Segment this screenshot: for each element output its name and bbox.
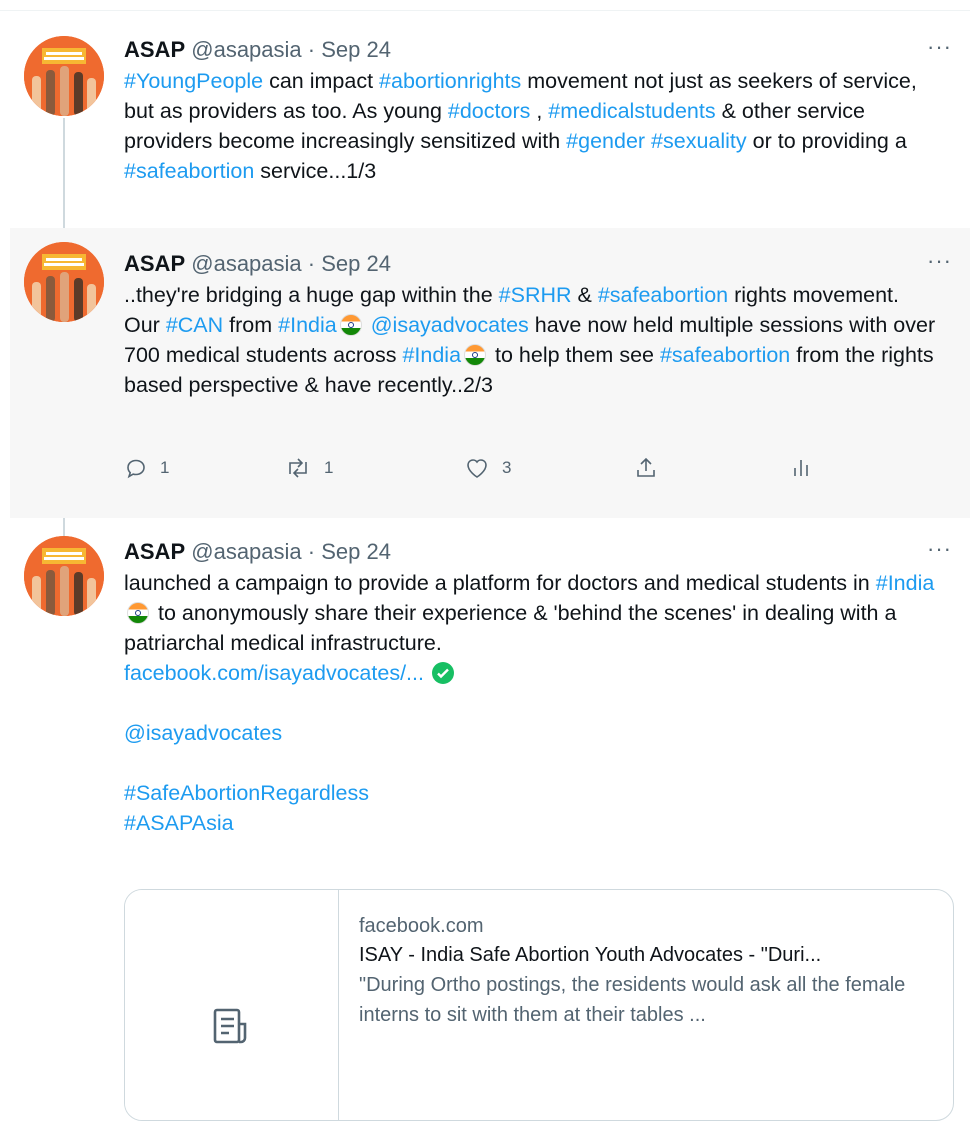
heart-icon	[467, 459, 487, 478]
retweet-icon	[289, 458, 307, 478]
india-flag-emoji	[339, 314, 362, 336]
tweet-text-segment: to help them see	[489, 343, 660, 367]
retweet-count: 1	[324, 458, 334, 477]
analytics-button[interactable]	[790, 456, 824, 480]
article-icon	[213, 1008, 247, 1044]
tweet-text-segment: or to providing a	[746, 129, 907, 153]
hashtag-link[interactable]: #safeabortion	[124, 159, 254, 183]
hashtag-link[interactable]: #medicalstudents	[548, 99, 715, 123]
reply-button[interactable]: 1	[124, 456, 169, 480]
hashtag-link[interactable]: #India	[876, 571, 935, 595]
tweet-text-segment: ..they're bridging a huge gap within the	[124, 283, 499, 307]
avatar[interactable]	[24, 536, 104, 616]
mention-link[interactable]: @isayadvocates	[371, 313, 529, 337]
tweet-date[interactable]: · Sep 24	[308, 539, 391, 564]
link-thumbnail	[125, 890, 339, 1120]
tweet-text-segment: launched a campaign to provide a platfor…	[124, 571, 876, 595]
india-flag-emoji	[464, 344, 487, 366]
author-name[interactable]: ASAP	[124, 37, 185, 62]
link-title: ISAY - India Safe Abortion Youth Advocat…	[359, 944, 822, 966]
tweet[interactable]: ASAP @asapasia · Sep 24 ··· ..they're br…	[10, 228, 970, 518]
share-icon	[637, 457, 655, 477]
tweet-text-segment: rights movement.	[728, 283, 899, 307]
hashtag-link[interactable]: #safeabortion	[598, 283, 728, 307]
hashtag-link[interactable]: #sexuality	[651, 129, 747, 153]
tweet-header: ASAP @asapasia · Sep 24	[124, 538, 952, 566]
verified-check-icon	[431, 662, 454, 684]
link-description: "During Ortho postings, the residents wo…	[359, 974, 906, 1026]
avatar[interactable]	[24, 36, 104, 116]
tweet-text-segment: ,	[530, 99, 549, 123]
tweet-text: ..they're bridging a huge gap within the…	[124, 280, 952, 400]
link-preview-card[interactable]: facebook.com ISAY - India Safe Abortion …	[124, 889, 954, 1121]
link-details: facebook.com ISAY - India Safe Abortion …	[359, 912, 933, 1030]
hashtag-link[interactable]: #ASAPAsia	[124, 811, 234, 835]
hashtag-link[interactable]: #YoungPeople	[124, 69, 263, 93]
hashtag-link[interactable]: #safeabortion	[660, 343, 790, 367]
tweet-date[interactable]: · Sep 24	[308, 251, 391, 276]
tweet-text-segment: to anonymously share their experience & …	[124, 601, 897, 655]
tweet-text-segment: Our	[124, 313, 166, 337]
more-options-button[interactable]: ···	[927, 538, 952, 560]
hashtag-link[interactable]: #India	[402, 343, 461, 367]
author-name[interactable]: ASAP	[124, 539, 185, 564]
tweet-date[interactable]: · Sep 24	[308, 37, 391, 62]
tweet[interactable]: ASAP @asapasia · Sep 24 ··· #YoungPeople…	[0, 30, 970, 220]
more-options-button[interactable]: ···	[927, 250, 952, 272]
author-handle[interactable]: @asapasia	[191, 539, 301, 564]
author-name[interactable]: ASAP	[124, 251, 185, 276]
analytics-icon	[794, 460, 808, 476]
like-count: 3	[502, 458, 512, 477]
more-options-button[interactable]: ···	[927, 36, 952, 58]
hashtag-link[interactable]: #CAN	[166, 313, 223, 337]
hashtag-link[interactable]: #gender	[566, 129, 645, 153]
hashtag-link[interactable]: #SafeAbortionRegardless	[124, 781, 369, 805]
tweet-text-segment: service...1/3	[254, 159, 377, 183]
tweet-header: ASAP @asapasia · Sep 24	[124, 250, 952, 278]
india-flag-emoji	[127, 602, 149, 624]
mention-link[interactable]: @isayadvocates	[124, 721, 282, 745]
tweet-text-segment: from	[223, 313, 279, 337]
link-domain: facebook.com	[359, 915, 484, 937]
reply-count: 1	[160, 458, 170, 477]
tweet-text: #YoungPeople can impact #abortionrights …	[124, 66, 952, 186]
reply-icon	[127, 459, 145, 479]
author-handle[interactable]: @asapasia	[191, 37, 301, 62]
avatar[interactable]	[24, 242, 104, 322]
hashtag-link[interactable]: #India	[278, 313, 337, 337]
author-handle[interactable]: @asapasia	[191, 251, 301, 276]
hashtag-link[interactable]: #doctors	[448, 99, 530, 123]
tweet-text: launched a campaign to provide a platfor…	[124, 568, 952, 838]
url-link[interactable]: facebook.com/isayadvocates/...	[124, 661, 424, 685]
retweet-button[interactable]: 1	[284, 456, 333, 480]
top-divider	[0, 10, 970, 11]
tweet-actions: 1 1 3	[124, 456, 824, 486]
hashtag-link[interactable]: #abortionrights	[379, 69, 521, 93]
hashtag-link[interactable]: #SRHR	[499, 283, 572, 307]
tweet-text-segment: can impact	[263, 69, 380, 93]
share-button[interactable]	[634, 456, 670, 480]
like-button[interactable]: 3	[464, 456, 511, 480]
tweet-header: ASAP @asapasia · Sep 24	[124, 36, 952, 64]
tweet-text-segment: &	[571, 283, 598, 307]
